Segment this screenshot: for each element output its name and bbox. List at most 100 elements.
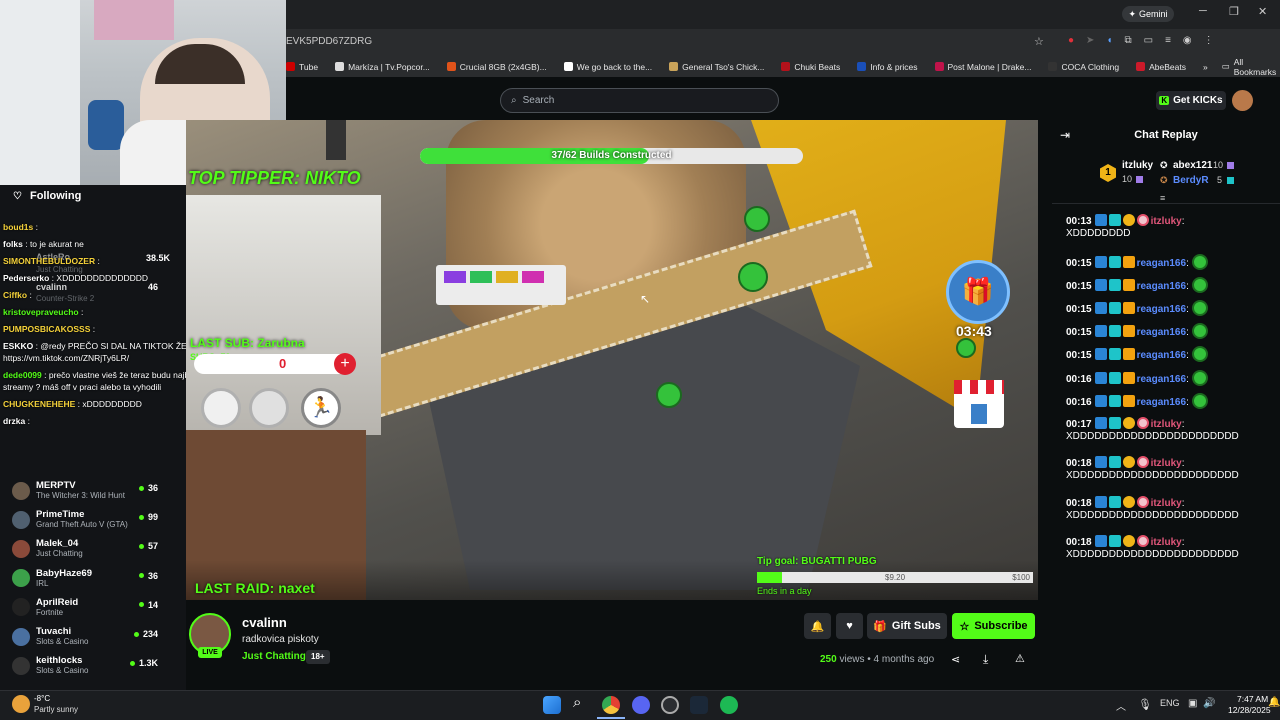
bookmark-item[interactable]: COCA Clothing [1048, 62, 1119, 72]
all-bookmarks[interactable]: ▭ All Bookmarks [1222, 57, 1277, 77]
tray-chevron-icon[interactable]: ︿ [1116, 698, 1126, 713]
windows-start-icon[interactable] [543, 696, 561, 714]
kekw-emote-icon [1191, 323, 1208, 339]
sidebar-channel[interactable]: Tuvachi Slots & Casino 234 [0, 622, 186, 651]
kick-logo-icon: K [1159, 96, 1170, 105]
chat-username[interactable]: reagan166 [1137, 327, 1186, 338]
close-icon[interactable]: ✕ [1258, 5, 1267, 18]
chat-username[interactable]: reagan166 [1137, 374, 1186, 385]
search-icon[interactable]: ⌕ [573, 694, 581, 711]
bookmark-item[interactable]: Crucial 8GB (2x4GB)... [446, 62, 547, 72]
report-icon[interactable]: ⚠ [1015, 652, 1025, 665]
sidebar-channel[interactable]: MERPTV The Witcher 3: Wild Hunt 36 [0, 476, 186, 505]
chat-timestamp: 00:15 [1066, 258, 1092, 269]
bookmark-item[interactable]: AbeBeats [1136, 62, 1186, 72]
leader-second-name[interactable]: abex121 [1173, 160, 1212, 171]
chat-username[interactable]: itzluky [1151, 458, 1182, 469]
discord-icon[interactable] [632, 696, 650, 714]
channel-avatar [12, 627, 30, 646]
chat-username[interactable]: reagan166 [1137, 350, 1186, 361]
leader-third-name[interactable]: BerdyR [1173, 175, 1209, 186]
bookmark-item[interactable]: Markíza | Tv.Popcor... [335, 62, 430, 72]
overlay-chat-line: kristovepraveucho : [3, 307, 84, 317]
spotify-icon[interactable] [720, 696, 738, 714]
clock-time[interactable]: 7:47 AM [1237, 694, 1268, 704]
sidebar-channel[interactable]: PrimeTime Grand Theft Auto V (GTA) 99 [0, 505, 186, 534]
steam-icon[interactable] [690, 696, 708, 714]
live-dot-icon [129, 660, 135, 666]
channel-avatar [12, 569, 30, 588]
profile-icon[interactable]: ◉ [1183, 35, 1192, 49]
chat-username[interactable]: itzluky [1151, 498, 1182, 509]
restore-icon[interactable]: ❐ [1229, 5, 1239, 18]
leader-first-name[interactable]: itzluky [1122, 160, 1153, 171]
sidebar-channel[interactable]: Malek_04 Just Chatting 57 [0, 534, 186, 563]
search-input[interactable]: ⌕ Search [500, 88, 779, 113]
video-player[interactable]: 37/62 Builds Constructed TOP TIPPER: NIK… [186, 120, 1038, 600]
get-kicks-button[interactable]: K Get KICKs [1156, 91, 1226, 110]
chat-username[interactable]: reagan166 [1137, 304, 1186, 315]
sidepanel-icon[interactable]: ▭ [1144, 35, 1153, 49]
channel-category: Just Chatting [36, 549, 83, 559]
bookmark-label: Chuki Beats [794, 61, 841, 72]
bookmark-item[interactable]: Chuki Beats [781, 62, 840, 72]
user-avatar[interactable] [1232, 90, 1253, 111]
bookmarks-more-chevron[interactable]: » [1203, 62, 1208, 72]
views-line: 250 views • 4 months ago [820, 654, 935, 665]
notifications-icon[interactable]: 🔔 [1268, 697, 1280, 708]
chat-username[interactable]: itzluky [1151, 537, 1182, 548]
menu-kebab-icon[interactable]: ⋮ [1204, 35, 1214, 49]
bookmark-favicon-icon [934, 62, 944, 71]
bookmark-item[interactable]: We go back to the... [563, 62, 652, 72]
chat-username[interactable]: itzluky [1151, 419, 1182, 430]
bookmark-item[interactable]: General Tso's Chick... [669, 62, 764, 72]
bookmark-star-icon[interactable]: ☆ [1034, 35, 1044, 48]
sidebar-channel[interactable]: BabyHaze69 IRL 36 [0, 564, 186, 593]
download-icon[interactable]: ⤓ [983, 652, 988, 667]
clock-date[interactable]: 12/28/2025 [1228, 705, 1271, 715]
volume-icon[interactable]: 🔊 [1203, 698, 1215, 709]
media-icon[interactable]: ≡ [1165, 35, 1171, 49]
chat-username[interactable]: reagan166 [1137, 281, 1186, 292]
notification-bell-button[interactable]: 🔔 [804, 613, 831, 639]
category-link[interactable]: Just Chatting [242, 651, 306, 662]
subscribe-button[interactable]: ☆ Subscribe [952, 613, 1035, 639]
viewer-count: 1.3K [138, 658, 158, 669]
follow-button[interactable]: ♥ [836, 613, 863, 639]
chat-username[interactable]: reagan166 [1137, 258, 1186, 269]
extension-audio-icon[interactable]: ◖ [1106, 35, 1112, 49]
network-icon[interactable]: ▣ [1188, 698, 1197, 709]
extensions-icon[interactable]: ⧉ [1124, 35, 1131, 49]
bookmark-item[interactable]: Tube [286, 62, 318, 72]
viewer-count: 36 [147, 570, 158, 581]
chat-badge-icon [1136, 535, 1149, 547]
scene-keyboard [436, 265, 566, 305]
running-person-icon: 🏃 [301, 388, 341, 428]
chat-badge-icon [1094, 456, 1107, 468]
weather-icon[interactable] [12, 695, 30, 713]
overlay-circle-icon [249, 388, 289, 428]
gift-subs-button[interactable]: 🎁 Gift Subs [867, 613, 947, 639]
chat-username[interactable]: reagan166 [1137, 397, 1186, 408]
app-icon[interactable] [661, 696, 679, 714]
bookmark-item[interactable]: Info & prices [857, 62, 918, 72]
extension-arrow-icon[interactable]: ➤ [1086, 35, 1094, 49]
share-icon[interactable]: ⋖ [951, 653, 960, 666]
chat-message: 00:16 reagan166: [1066, 393, 1271, 409]
sidebar-channel[interactable]: AprilReid Fortnite 14 [0, 593, 186, 622]
gemini-button[interactable]: ✦ Gemini [1122, 6, 1174, 22]
sub-icons [326, 120, 346, 160]
bookmark-item[interactable]: Post Malone | Drake... [934, 62, 1031, 72]
chat-title: Chat Replay [1134, 129, 1198, 141]
minimize-icon[interactable]: ─ [1199, 5, 1207, 17]
sidebar-channel[interactable]: keithlocks Slots & Casino 1.3K [0, 651, 186, 680]
chat-username[interactable]: itzluky [1151, 216, 1182, 227]
extension-red-icon[interactable]: ● [1068, 35, 1074, 49]
url-text[interactable]: EVK5PDD67ZDRG [286, 33, 372, 51]
chat-badge-icon [1094, 214, 1107, 226]
mic-icon[interactable]: 🎙 [1138, 698, 1152, 711]
language-indicator[interactable]: ENG [1160, 698, 1180, 708]
channel-name[interactable]: cvalinn [242, 615, 287, 630]
expand-leaderboard-icon[interactable]: ≡ [1160, 193, 1165, 203]
chrome-icon[interactable] [602, 696, 620, 714]
